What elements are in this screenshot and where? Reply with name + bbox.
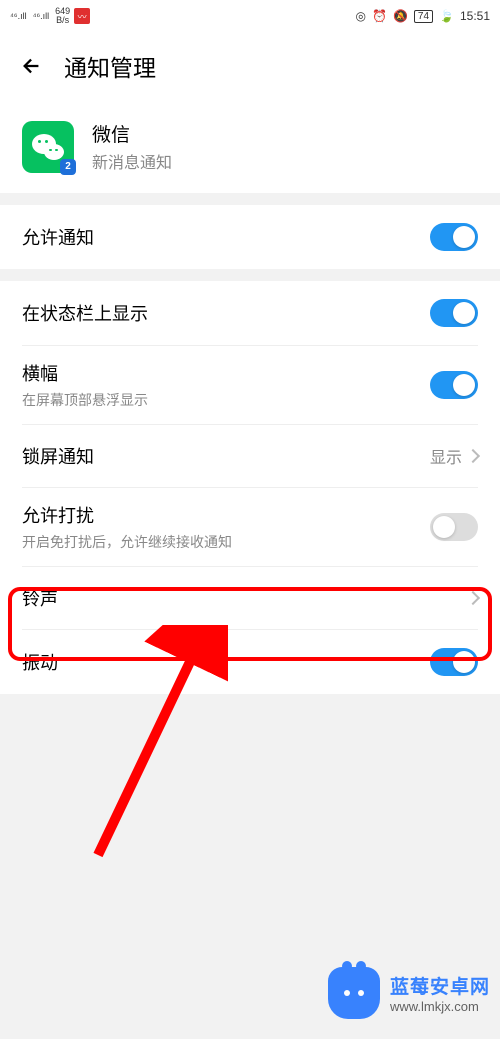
status-bar: ⁴⁶.ıll ⁴⁶.ıll 649 B/s 〰 ◎ ⏰ 🔕 74 🍃 15:51 [0, 0, 500, 32]
watermark-title: 蓝莓安卓网 [390, 972, 490, 999]
setting-label: 允许打扰 [22, 502, 232, 528]
setting-allow-disturb[interactable]: 允许打扰 开启免打扰后，允许继续接收通知 [0, 488, 500, 566]
setting-desc: 开启免打扰后，允许继续接收通知 [22, 532, 232, 552]
eye-icon: ◎ [356, 9, 366, 23]
app-info-section: 2 微信 新消息通知 [0, 100, 500, 193]
setting-lockscreen[interactable]: 锁屏通知 显示 [0, 425, 500, 487]
settings-group-details: 在状态栏上显示 横幅 在屏幕顶部悬浮显示 锁屏通知 显示 允许打扰 开启免打扰后… [0, 281, 500, 694]
settings-group-main: 允许通知 [0, 205, 500, 269]
setting-banner[interactable]: 横幅 在屏幕顶部悬浮显示 [0, 346, 500, 424]
network-speed: 649 B/s [55, 7, 70, 25]
chevron-right-icon [466, 591, 480, 605]
alarm-icon: ⏰ [372, 9, 387, 23]
page-title: 通知管理 [64, 49, 156, 83]
setting-desc: 在屏幕顶部悬浮显示 [22, 390, 148, 410]
app-subtitle: 新消息通知 [92, 149, 172, 173]
toggle-vibrate[interactable] [430, 648, 478, 676]
signal-4g-1: ⁴⁶.ıll [10, 11, 27, 21]
chevron-right-icon [466, 449, 480, 463]
setting-allow-notifications[interactable]: 允许通知 [0, 205, 500, 269]
setting-label: 铃声 [22, 585, 58, 611]
setting-label: 在状态栏上显示 [22, 300, 148, 326]
toggle-banner[interactable] [430, 371, 478, 399]
setting-label: 允许通知 [22, 224, 94, 250]
setting-value: 显示 [430, 444, 462, 468]
setting-ringtone[interactable]: 铃声 [0, 567, 500, 629]
toggle-allow-notifications[interactable] [430, 223, 478, 251]
setting-label: 横幅 [22, 360, 148, 386]
market-icon: 〰 [74, 8, 90, 24]
setting-status-bar[interactable]: 在状态栏上显示 [0, 281, 500, 345]
battery-indicator: 74 [414, 10, 433, 23]
header: 通知管理 [0, 32, 500, 100]
clock-time: 15:51 [460, 9, 490, 23]
watermark: 蓝莓安卓网 www.lmkjx.com [328, 967, 490, 1019]
wechat-app-icon: 2 [22, 121, 74, 173]
back-button[interactable] [20, 54, 44, 78]
toggle-status-bar[interactable] [430, 299, 478, 327]
toggle-allow-disturb[interactable] [430, 513, 478, 541]
leaf-icon: 🍃 [439, 9, 454, 23]
setting-label: 振动 [22, 649, 58, 675]
status-right: ◎ ⏰ 🔕 74 🍃 15:51 [356, 9, 491, 23]
app-name: 微信 [92, 120, 172, 147]
setting-vibrate[interactable]: 振动 [0, 630, 500, 694]
watermark-url: www.lmkjx.com [390, 999, 490, 1014]
watermark-logo [328, 967, 380, 1019]
setting-label: 锁屏通知 [22, 443, 94, 469]
mute-icon: 🔕 [393, 9, 408, 23]
app-badge: 2 [60, 159, 76, 175]
status-left: ⁴⁶.ıll ⁴⁶.ıll 649 B/s 〰 [10, 7, 90, 25]
signal-4g-2: ⁴⁶.ıll [33, 11, 50, 21]
